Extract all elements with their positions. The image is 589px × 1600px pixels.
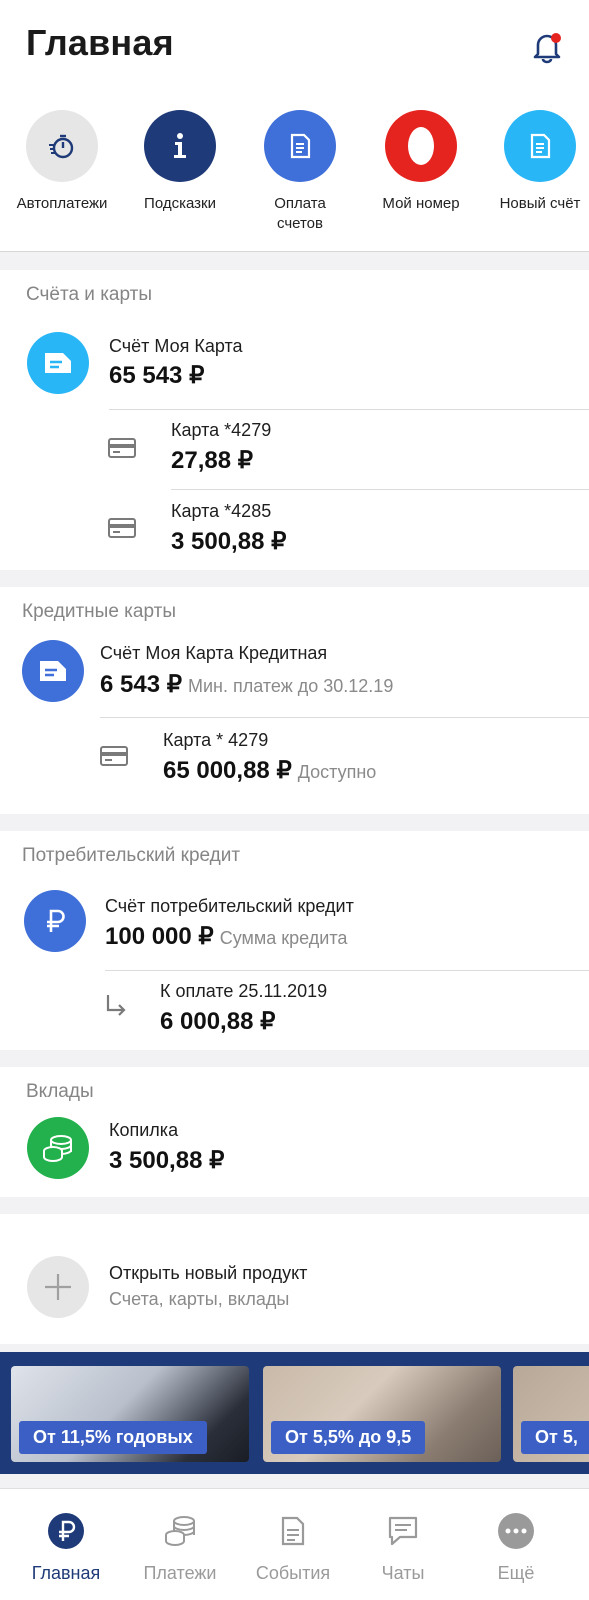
new-product-subtitle: Счета, карты, вклады — [109, 1289, 290, 1309]
tab-home[interactable]: Главная — [7, 1511, 125, 1584]
shortcut-hints[interactable]: Подсказки — [120, 110, 240, 214]
card-name: Карта * 4279 — [163, 730, 269, 750]
section-title: Счёта и карты — [26, 284, 153, 305]
notification-bell-icon[interactable] — [530, 30, 564, 64]
shortcut-new-account[interactable]: Новый счёт — [480, 110, 589, 214]
shortcut-autopayments[interactable]: Автоплатежи — [2, 110, 122, 214]
shortcut-bill-payment[interactable]: Оплата счетов — [240, 110, 360, 230]
divider — [100, 717, 589, 718]
ruble-icon — [46, 1511, 86, 1551]
deposits-section: Вклады Копилка 3 500,88 ₽ — [0, 1067, 589, 1197]
ruble-icon — [24, 890, 86, 952]
shortcut-label: Мой номер — [382, 195, 460, 212]
tab-label: Чаты — [381, 1563, 425, 1583]
section-title: Вклады — [26, 1081, 94, 1102]
section-title: Кредитные карты — [22, 601, 176, 622]
card-icon — [100, 746, 128, 766]
shortcut-label: Подсказки — [144, 195, 216, 212]
info-icon — [144, 110, 216, 182]
shortcut-label: Оплата счетов — [274, 195, 326, 230]
account-name: Счёт потребительский кредит — [105, 896, 354, 916]
promo-banner[interactable]: От 5,5% до 9,5 — [263, 1366, 501, 1462]
card-name: Карта *4279 — [171, 420, 272, 440]
promo-banner[interactable]: От 11,5% годовых — [11, 1366, 249, 1462]
loan-sum-note: Сумма кредита — [219, 928, 348, 948]
promo-banner-carousel[interactable]: От 11,5% годовых От 5,5% до 9,5 От 5, — [0, 1352, 589, 1474]
account-amount: 65 543 ₽ — [109, 362, 205, 389]
document-icon — [504, 110, 576, 182]
coins-icon — [27, 1117, 89, 1179]
new-product-section[interactable]: Открыть новый продукт Счета, карты, вкла… — [0, 1214, 589, 1344]
account-icon — [22, 640, 84, 702]
card-amount: 27,88 ₽ — [171, 447, 253, 474]
deposit-amount: 3 500,88 ₽ — [109, 1147, 225, 1174]
section-title: Потребительский кредит — [22, 845, 241, 866]
more-icon — [496, 1511, 536, 1551]
shortcuts-row: Автоплатежи Подсказки Оплата счетов Мой … — [0, 110, 589, 230]
shortcut-label: Автоплатежи — [16, 195, 108, 212]
consumer-credit-section: Потребительский кредит Счёт потребительс… — [0, 831, 589, 1050]
page-title: Главная — [26, 22, 174, 63]
header: Главная Автоплатежи Подсказки Оплата сче… — [0, 0, 589, 252]
deposit-name: Копилка — [109, 1120, 179, 1140]
tab-label: Главная — [31, 1563, 101, 1583]
shortcut-label: Новый счёт — [499, 195, 581, 212]
card-icon — [108, 518, 136, 538]
promo-banner-label: От 11,5% годовых — [19, 1421, 207, 1454]
shortcut-my-number[interactable]: Мой номер — [361, 110, 481, 214]
divider — [105, 970, 589, 971]
available-note: Доступно — [297, 762, 377, 782]
new-product-title: Открыть новый продукт — [109, 1263, 308, 1283]
accounts-section: Счёта и карты Счёт Моя Карта 65 543 ₽ Ка… — [0, 270, 589, 570]
bottom-tab-bar: Главная Платежи События Чаты Ещё — [0, 1488, 589, 1600]
promo-banner-label: От 5, — [521, 1421, 589, 1454]
account-name: Счёт Моя Карта — [109, 336, 243, 356]
card-icon — [108, 438, 136, 458]
tab-more[interactable]: Ещё — [457, 1511, 575, 1584]
divider — [171, 489, 589, 490]
plus-icon — [27, 1256, 89, 1318]
tab-chats[interactable]: Чаты — [344, 1511, 462, 1584]
card-amount: 65 000,88 ₽ Доступно — [163, 757, 377, 784]
coins-icon — [160, 1511, 200, 1551]
account-icon — [27, 332, 89, 394]
arrow-down-right-icon — [106, 995, 126, 1016]
card-amount: 3 500,88 ₽ — [171, 528, 287, 555]
credit-cards-section: Кредитные карты Счёт Моя Карта Кредитная… — [0, 587, 589, 814]
promo-banner-label: От 5,5% до 9,5 — [271, 1421, 426, 1454]
account-name: Счёт Моя Карта Кредитная — [100, 643, 328, 663]
tab-events[interactable]: События — [234, 1511, 352, 1584]
divider — [109, 409, 589, 410]
document-icon — [273, 1511, 313, 1551]
stopwatch-icon — [26, 110, 98, 182]
tab-label: Ещё — [497, 1563, 535, 1583]
tab-label: Платежи — [143, 1563, 217, 1583]
payment-due-label: К оплате 25.11.2019 — [160, 981, 328, 1001]
operator-logo-icon — [385, 110, 457, 182]
payment-amount: 6 000,88 ₽ — [160, 1008, 276, 1035]
card-name: Карта *4285 — [171, 501, 272, 521]
promo-banner[interactable]: От 5, — [513, 1366, 589, 1462]
tab-label: События — [255, 1563, 331, 1583]
min-payment-note: Мин. платеж до 30.12.19 — [188, 676, 394, 696]
tab-payments[interactable]: Платежи — [121, 1511, 239, 1584]
account-amount: 100 000 ₽ Сумма кредита — [105, 923, 348, 950]
chat-icon — [383, 1511, 423, 1551]
account-amount: 6 543 ₽ Мин. платеж до 30.12.19 — [100, 671, 394, 698]
document-icon — [264, 110, 336, 182]
